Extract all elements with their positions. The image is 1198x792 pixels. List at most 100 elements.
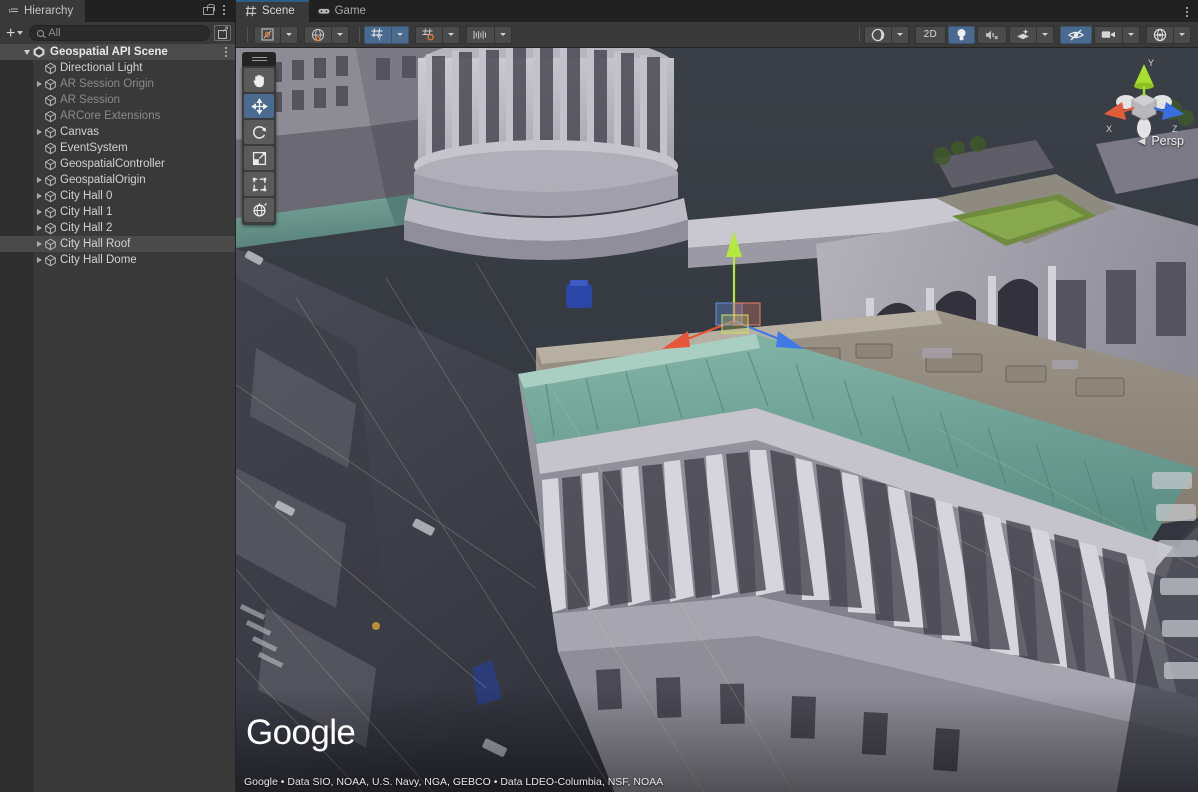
hand-icon (251, 72, 268, 89)
grid-snap-dropdown[interactable] (391, 26, 409, 44)
gameobject-icon (44, 222, 57, 235)
hierarchy-item[interactable]: AR Session Origin (0, 76, 235, 92)
foldout-closed-icon[interactable] (34, 188, 44, 204)
foldout-closed-icon[interactable] (34, 124, 44, 140)
search-input[interactable] (48, 27, 202, 39)
shading-mode-dropdown[interactable] (891, 26, 909, 44)
shading-sphere-icon[interactable] (864, 26, 891, 44)
gizmos-globe-icon[interactable] (1146, 26, 1173, 44)
grid-ruler-icon[interactable] (466, 26, 494, 44)
camera-icon[interactable] (1094, 26, 1122, 44)
hierarchy-item[interactable]: Canvas (0, 124, 235, 140)
hierarchy-item[interactable]: City Hall 1 (0, 204, 235, 220)
fx-toggle[interactable] (1009, 26, 1056, 44)
camera-settings[interactable] (1094, 26, 1142, 44)
lock-icon[interactable] (203, 4, 212, 15)
hierarchy-item[interactable]: City Hall Roof (0, 236, 235, 252)
move-arrows-icon (251, 98, 268, 115)
foldout-spacer (34, 92, 44, 108)
hierarchy-panel: ≔ Hierarchy + Geospatial API (0, 0, 236, 792)
audio-toggle[interactable] (977, 26, 1007, 44)
foldout-open-icon[interactable] (22, 44, 32, 60)
shading-mode[interactable] (864, 26, 911, 44)
kebab-menu-icon[interactable] (1184, 5, 1190, 19)
gameobject-icon (44, 62, 57, 75)
hierarchy-item-label: City Hall 0 (60, 188, 112, 204)
scene-lighting-toggle[interactable] (948, 26, 975, 44)
2d-toggle[interactable]: 2D (915, 26, 946, 44)
hierarchy-item[interactable]: City Hall 0 (0, 188, 235, 204)
gizmos-dropdown[interactable] (1173, 26, 1191, 44)
add-gameobject-button[interactable]: + (4, 25, 25, 42)
transform-tool[interactable] (244, 198, 274, 222)
hierarchy-item[interactable]: Directional Light (0, 60, 235, 76)
tab-hierarchy[interactable]: ≔ Hierarchy (0, 0, 85, 22)
effects-icon[interactable] (1009, 26, 1036, 44)
foldout-closed-icon[interactable] (34, 172, 44, 188)
snap-increment[interactable] (415, 26, 462, 44)
hand-tool[interactable] (244, 68, 274, 92)
foldout-closed-icon[interactable] (34, 236, 44, 252)
hierarchy-item[interactable]: AR Session (0, 92, 235, 108)
hierarchy-item-label: City Hall 1 (60, 204, 112, 220)
move-tool[interactable] (244, 94, 274, 118)
scene-viewport[interactable]: Y X Z ◄ Persp Google Google • Data SIO, … (236, 48, 1198, 792)
rotate-tool[interactable] (244, 120, 274, 144)
2d-toggle-label: 2D (924, 29, 937, 40)
kebab-menu-icon[interactable] (223, 45, 229, 59)
pivot-icon[interactable] (254, 26, 280, 44)
gameobject-icon (44, 94, 57, 107)
grid-size[interactable] (466, 26, 514, 44)
hierarchy-item-label: GeospatialController (60, 156, 165, 172)
svg-text:Y: Y (377, 36, 382, 42)
foldout-closed-icon[interactable] (34, 204, 44, 220)
eye-off-icon (1068, 29, 1084, 41)
hierarchy-search[interactable] (29, 25, 210, 41)
hierarchy-scene-root[interactable]: Geospatial API Scene (0, 44, 235, 60)
pivot-dropdown[interactable] (280, 26, 298, 44)
hierarchy-item[interactable]: EventSystem (0, 140, 235, 156)
grid-size-dropdown[interactable] (494, 26, 512, 44)
tab-game[interactable]: Game (309, 0, 380, 22)
open-in-window-icon[interactable] (214, 25, 231, 41)
fx-dropdown[interactable] (1036, 26, 1054, 44)
hierarchy-item[interactable]: ARCore Extensions (0, 108, 235, 124)
handle-space-toggle[interactable] (304, 26, 351, 44)
tab-scene[interactable]: Scene (236, 0, 309, 22)
scene-root-menu[interactable] (223, 45, 235, 59)
hierarchy-item[interactable]: GeospatialOrigin (0, 172, 235, 188)
plus-icon: + (6, 27, 15, 40)
hierarchy-rows: Geospatial API Scene Directional Light A… (0, 44, 235, 268)
kebab-menu-icon[interactable] (221, 3, 227, 17)
hierarchy-item-label: AR Session Origin (60, 76, 154, 92)
rect-tool[interactable] (244, 172, 274, 196)
gamepad-icon (318, 5, 330, 17)
hierarchy-item[interactable]: City Hall 2 (0, 220, 235, 236)
scene-grid-icon (245, 5, 257, 17)
scene-visibility-toggle[interactable] (1060, 26, 1092, 44)
hierarchy-item-label: AR Session (60, 92, 120, 108)
grid-snapping[interactable]: Y (364, 26, 411, 44)
gameobject-icon (44, 78, 57, 91)
gameobject-icon (44, 238, 57, 251)
hierarchy-item-label: Canvas (60, 124, 99, 140)
hierarchy-item[interactable]: GeospatialController (0, 156, 235, 172)
gizmos-toggle[interactable] (1146, 26, 1193, 44)
gameobject-icon (44, 190, 57, 203)
foldout-closed-icon[interactable] (34, 220, 44, 236)
scale-tool[interactable] (244, 146, 274, 170)
foldout-closed-icon[interactable] (34, 76, 44, 92)
foldout-closed-icon[interactable] (34, 252, 44, 268)
camera-dropdown[interactable] (1122, 26, 1140, 44)
snap-increment-icon[interactable] (415, 26, 442, 44)
toolbar-divider (859, 27, 860, 42)
hierarchy-tree[interactable]: Geospatial API Scene Directional Light A… (0, 44, 235, 792)
snap-increment-dropdown[interactable] (442, 26, 460, 44)
grid-snap-icon[interactable]: Y (364, 26, 391, 44)
handle-space-dropdown[interactable] (331, 26, 349, 44)
drag-handle-icon[interactable] (242, 52, 276, 66)
projection-mode-label[interactable]: ◄ Persp (1135, 134, 1184, 148)
pivot-toggle[interactable] (254, 26, 300, 44)
global-space-icon[interactable] (304, 26, 331, 44)
hierarchy-item[interactable]: City Hall Dome (0, 252, 235, 268)
